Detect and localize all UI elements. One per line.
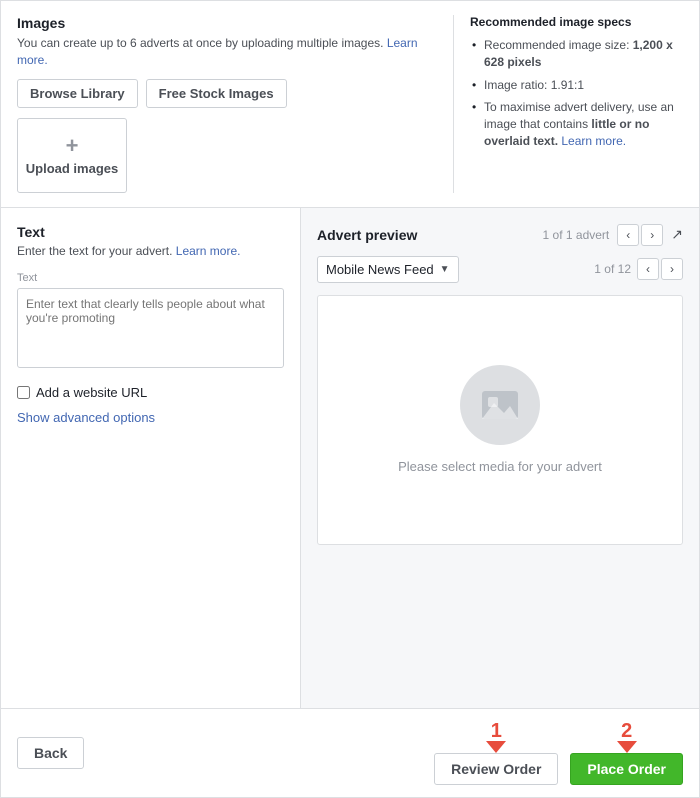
place-order-button[interactable]: Place Order [570, 753, 683, 785]
upload-images-button[interactable]: + Upload images [17, 118, 127, 193]
images-section: Images You can create up to 6 adverts at… [1, 1, 699, 208]
page-next-arrow[interactable]: › [661, 258, 683, 280]
rec-item-2: Image ratio: 1.91:1 [470, 77, 683, 94]
images-desc: You can create up to 6 adverts at once b… [17, 35, 433, 69]
callout-1-wrapper: 1 Review Order [434, 721, 558, 785]
callout-arrow-1 [486, 741, 506, 753]
page-nav-arrows: ‹ › [637, 258, 683, 280]
preview-title: Advert preview [317, 227, 417, 243]
footer: Back 1 Review Order 2 Place Order [1, 708, 699, 797]
feed-dropdown[interactable]: Mobile News Feed ▼ [317, 256, 459, 283]
add-url-checkbox[interactable] [17, 386, 30, 399]
browse-library-button[interactable]: Browse Library [17, 79, 138, 108]
text-panel-desc: Enter the text for your advert. Learn mo… [17, 244, 284, 258]
external-link-icon[interactable]: ↗ [671, 226, 683, 243]
back-button[interactable]: Back [17, 737, 84, 769]
images-left: Images You can create up to 6 adverts at… [17, 15, 453, 193]
images-btn-row: Browse Library Free Stock Images [17, 79, 433, 108]
advert-count: 1 of 1 advert [543, 228, 610, 242]
preview-header: Advert preview 1 of 1 advert ‹ › ↗ [317, 224, 683, 246]
text-panel-desc-text: Enter the text for your advert. [17, 244, 172, 258]
images-title: Images [17, 15, 433, 31]
preview-panel: Advert preview 1 of 1 advert ‹ › ↗ Mobil… [301, 208, 699, 708]
media-placeholder-text: Please select media for your advert [398, 459, 602, 474]
callout-number-1: 1 [491, 721, 502, 741]
text-textarea[interactable] [17, 288, 284, 368]
page-count-text: 1 of 12 [594, 262, 631, 276]
upload-plus-icon: + [66, 135, 79, 157]
images-desc-text: You can create up to 6 adverts at once b… [17, 36, 383, 50]
images-right: Recommended image specs Recommended imag… [453, 15, 683, 193]
add-url-label: Add a website URL [36, 385, 147, 400]
add-url-row: Add a website URL [17, 385, 284, 400]
text-panel-title: Text [17, 224, 284, 240]
upload-images-label: Upload images [26, 161, 118, 176]
text-field-label: Text [17, 272, 284, 284]
page-count: 1 of 12 ‹ › [594, 258, 683, 280]
text-panel: Text Enter the text for your advert. Lea… [1, 208, 301, 708]
feed-dropdown-arrow-icon: ▼ [440, 264, 450, 275]
callout-2-wrapper: 2 Place Order [570, 721, 683, 785]
rec-learn-more-link[interactable]: Learn more. [561, 134, 626, 148]
bottom-section: Text Enter the text for your advert. Lea… [1, 208, 699, 708]
media-placeholder-icon [460, 365, 540, 445]
feed-option-label: Mobile News Feed [326, 262, 434, 277]
review-order-button[interactable]: Review Order [434, 753, 558, 785]
rec-item-1: Recommended image size: 1,200 x 628 pixe… [470, 37, 683, 71]
preview-subheader: Mobile News Feed ▼ 1 of 12 ‹ › [317, 256, 683, 283]
page-prev-arrow[interactable]: ‹ [637, 258, 659, 280]
advert-prev-arrow[interactable]: ‹ [617, 224, 639, 246]
show-advanced-link[interactable]: Show advanced options [17, 410, 284, 425]
main-container: Images You can create up to 6 adverts at… [0, 0, 700, 798]
preview-image-area: Please select media for your advert [317, 295, 683, 545]
advert-next-arrow[interactable]: › [641, 224, 663, 246]
footer-right: 1 Review Order 2 Place Order [434, 721, 683, 785]
callout-number-2: 2 [621, 721, 632, 741]
text-learn-more-link[interactable]: Learn more. [176, 244, 241, 258]
recommended-title: Recommended image specs [470, 15, 683, 29]
advert-nav-arrows: ‹ › [617, 224, 663, 246]
free-stock-images-button[interactable]: Free Stock Images [146, 79, 287, 108]
rec-item-3: To maximise advert delivery, use an imag… [470, 99, 683, 149]
callout-arrow-2 [617, 741, 637, 753]
recommended-list: Recommended image size: 1,200 x 628 pixe… [470, 37, 683, 150]
image-placeholder-svg [478, 383, 522, 427]
